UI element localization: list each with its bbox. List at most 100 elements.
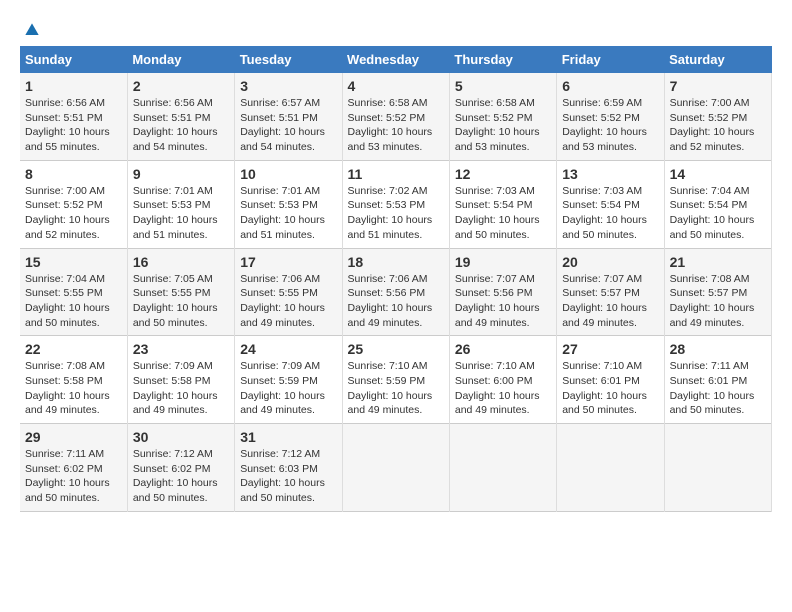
day-info: Sunrise: 7:10 AMSunset: 6:00 PMDaylight:…: [455, 360, 540, 416]
calendar-cell: 30Sunrise: 7:12 AMSunset: 6:02 PMDayligh…: [127, 424, 234, 512]
day-number: 2: [133, 78, 229, 94]
calendar-cell: 7 Sunrise: 7:00 AMSunset: 5:52 PMDaylight…: [664, 73, 771, 160]
day-number: 14: [670, 166, 766, 182]
calendar-week-3: 15 Sunrise: 7:04 AMSunset: 5:55 PMDayligh…: [20, 248, 772, 336]
day-info: Sunrise: 7:04 AMSunset: 5:54 PMDaylight:…: [670, 185, 755, 241]
calendar-cell: 19 Sunrise: 7:07 AMSunset: 5:56 PMDayligh…: [449, 248, 556, 336]
calendar-cell: 9 Sunrise: 7:01 AMSunset: 5:53 PMDaylight…: [127, 160, 234, 248]
calendar-cell: 15 Sunrise: 7:04 AMSunset: 5:55 PMDayligh…: [20, 248, 127, 336]
day-number: 17: [240, 254, 336, 270]
day-info: Sunrise: 6:57 AMSunset: 5:51 PMDaylight:…: [240, 97, 325, 153]
calendar-cell: 4 Sunrise: 6:58 AMSunset: 5:52 PMDaylight…: [342, 73, 449, 160]
calendar-cell: 3 Sunrise: 6:57 AMSunset: 5:51 PMDaylight…: [235, 73, 342, 160]
col-thursday: Thursday: [449, 46, 556, 73]
day-info: Sunrise: 7:01 AMSunset: 5:53 PMDaylight:…: [133, 185, 218, 241]
col-monday: Monday: [127, 46, 234, 73]
col-tuesday: Tuesday: [235, 46, 342, 73]
day-info: Sunrise: 7:09 AMSunset: 5:58 PMDaylight:…: [133, 360, 218, 416]
calendar-week-4: 22 Sunrise: 7:08 AMSunset: 5:58 PMDayligh…: [20, 336, 772, 424]
day-info: Sunrise: 7:06 AMSunset: 5:56 PMDaylight:…: [348, 273, 433, 329]
day-number: 16: [133, 254, 229, 270]
calendar-week-1: 1 Sunrise: 6:56 AMSunset: 5:51 PMDaylight…: [20, 73, 772, 160]
day-number: 20: [562, 254, 658, 270]
calendar-cell: [557, 424, 664, 512]
calendar-cell: [449, 424, 556, 512]
day-info: Sunrise: 7:09 AMSunset: 5:59 PMDaylight:…: [240, 360, 325, 416]
col-friday: Friday: [557, 46, 664, 73]
header-row: Sunday Monday Tuesday Wednesday Thursday…: [20, 46, 772, 73]
calendar-cell: 22 Sunrise: 7:08 AMSunset: 5:58 PMDayligh…: [20, 336, 127, 424]
calendar-cell: 18Sunrise: 7:06 AMSunset: 5:56 PMDayligh…: [342, 248, 449, 336]
calendar-cell: 8Sunrise: 7:00 AMSunset: 5:52 PMDaylight…: [20, 160, 127, 248]
day-number: 23: [133, 341, 229, 357]
calendar-cell: 5 Sunrise: 6:58 AMSunset: 5:52 PMDaylight…: [449, 73, 556, 160]
day-number: 8: [25, 166, 122, 182]
day-info: Sunrise: 6:59 AMSunset: 5:52 PMDaylight:…: [562, 97, 647, 153]
day-number: 29: [25, 429, 122, 445]
calendar-table: Sunday Monday Tuesday Wednesday Thursday…: [20, 46, 772, 512]
day-info: Sunrise: 7:03 AMSunset: 5:54 PMDaylight:…: [455, 185, 540, 241]
day-info: Sunrise: 7:04 AMSunset: 5:55 PMDaylight:…: [25, 273, 110, 329]
calendar-cell: 23 Sunrise: 7:09 AMSunset: 5:58 PMDayligh…: [127, 336, 234, 424]
day-info: Sunrise: 7:08 AMSunset: 5:58 PMDaylight:…: [25, 360, 110, 416]
day-number: 1: [25, 78, 122, 94]
day-info: Sunrise: 7:08 AMSunset: 5:57 PMDaylight:…: [670, 273, 755, 329]
day-info: Sunrise: 6:56 AMSunset: 5:51 PMDaylight:…: [25, 97, 110, 153]
day-number: 28: [670, 341, 766, 357]
day-info: Sunrise: 7:06 AMSunset: 5:55 PMDaylight:…: [240, 273, 325, 329]
calendar-cell: 2 Sunrise: 6:56 AMSunset: 5:51 PMDaylight…: [127, 73, 234, 160]
logo: [20, 20, 42, 36]
day-number: 30: [133, 429, 229, 445]
day-info: Sunrise: 7:01 AMSunset: 5:53 PMDaylight:…: [240, 185, 325, 241]
day-number: 15: [25, 254, 122, 270]
calendar-week-2: 8Sunrise: 7:00 AMSunset: 5:52 PMDaylight…: [20, 160, 772, 248]
day-number: 6: [562, 78, 658, 94]
day-info: Sunrise: 7:11 AMSunset: 6:02 PMDaylight:…: [25, 448, 110, 504]
day-info: Sunrise: 7:12 AMSunset: 6:03 PMDaylight:…: [240, 448, 325, 504]
day-number: 25: [348, 341, 444, 357]
day-number: 5: [455, 78, 551, 94]
col-saturday: Saturday: [664, 46, 771, 73]
calendar-cell: 27 Sunrise: 7:10 AMSunset: 6:01 PMDayligh…: [557, 336, 664, 424]
day-number: 27: [562, 341, 658, 357]
calendar-cell: [664, 424, 771, 512]
day-info: Sunrise: 6:58 AMSunset: 5:52 PMDaylight:…: [455, 97, 540, 153]
day-info: Sunrise: 6:58 AMSunset: 5:52 PMDaylight:…: [348, 97, 433, 153]
day-number: 24: [240, 341, 336, 357]
day-info: Sunrise: 7:11 AMSunset: 6:01 PMDaylight:…: [670, 360, 755, 416]
day-number: 19: [455, 254, 551, 270]
day-number: 11: [348, 166, 444, 182]
col-wednesday: Wednesday: [342, 46, 449, 73]
calendar-cell: 28 Sunrise: 7:11 AMSunset: 6:01 PMDayligh…: [664, 336, 771, 424]
calendar-cell: 14 Sunrise: 7:04 AMSunset: 5:54 PMDayligh…: [664, 160, 771, 248]
header: [20, 20, 772, 36]
day-number: 3: [240, 78, 336, 94]
day-info: Sunrise: 7:03 AMSunset: 5:54 PMDaylight:…: [562, 185, 647, 241]
day-info: Sunrise: 7:07 AMSunset: 5:56 PMDaylight:…: [455, 273, 540, 329]
calendar-cell: 13 Sunrise: 7:03 AMSunset: 5:54 PMDayligh…: [557, 160, 664, 248]
calendar-cell: 21 Sunrise: 7:08 AMSunset: 5:57 PMDayligh…: [664, 248, 771, 336]
day-number: 7: [670, 78, 766, 94]
calendar-cell: 29 Sunrise: 7:11 AMSunset: 6:02 PMDayligh…: [20, 424, 127, 512]
calendar-cell: 26Sunrise: 7:10 AMSunset: 6:00 PMDayligh…: [449, 336, 556, 424]
calendar-cell: 1 Sunrise: 6:56 AMSunset: 5:51 PMDaylight…: [20, 73, 127, 160]
calendar-cell: 17 Sunrise: 7:06 AMSunset: 5:55 PMDayligh…: [235, 248, 342, 336]
calendar-cell: 20Sunrise: 7:07 AMSunset: 5:57 PMDayligh…: [557, 248, 664, 336]
day-number: 31: [240, 429, 336, 445]
calendar-cell: 11Sunrise: 7:02 AMSunset: 5:53 PMDayligh…: [342, 160, 449, 248]
day-number: 22: [25, 341, 122, 357]
calendar-cell: 24 Sunrise: 7:09 AMSunset: 5:59 PMDayligh…: [235, 336, 342, 424]
calendar-week-5: 29 Sunrise: 7:11 AMSunset: 6:02 PMDayligh…: [20, 424, 772, 512]
day-info: Sunrise: 7:10 AMSunset: 6:01 PMDaylight:…: [562, 360, 647, 416]
day-info: Sunrise: 7:05 AMSunset: 5:55 PMDaylight:…: [133, 273, 218, 329]
day-number: 9: [133, 166, 229, 182]
calendar-cell: 25Sunrise: 7:10 AMSunset: 5:59 PMDayligh…: [342, 336, 449, 424]
day-info: Sunrise: 6:56 AMSunset: 5:51 PMDaylight:…: [133, 97, 218, 153]
day-info: Sunrise: 7:00 AMSunset: 5:52 PMDaylight:…: [670, 97, 755, 153]
day-number: 4: [348, 78, 444, 94]
day-number: 21: [670, 254, 766, 270]
calendar-cell: 12Sunrise: 7:03 AMSunset: 5:54 PMDayligh…: [449, 160, 556, 248]
calendar-cell: 31 Sunrise: 7:12 AMSunset: 6:03 PMDayligh…: [235, 424, 342, 512]
logo-icon: [22, 20, 42, 40]
day-number: 13: [562, 166, 658, 182]
